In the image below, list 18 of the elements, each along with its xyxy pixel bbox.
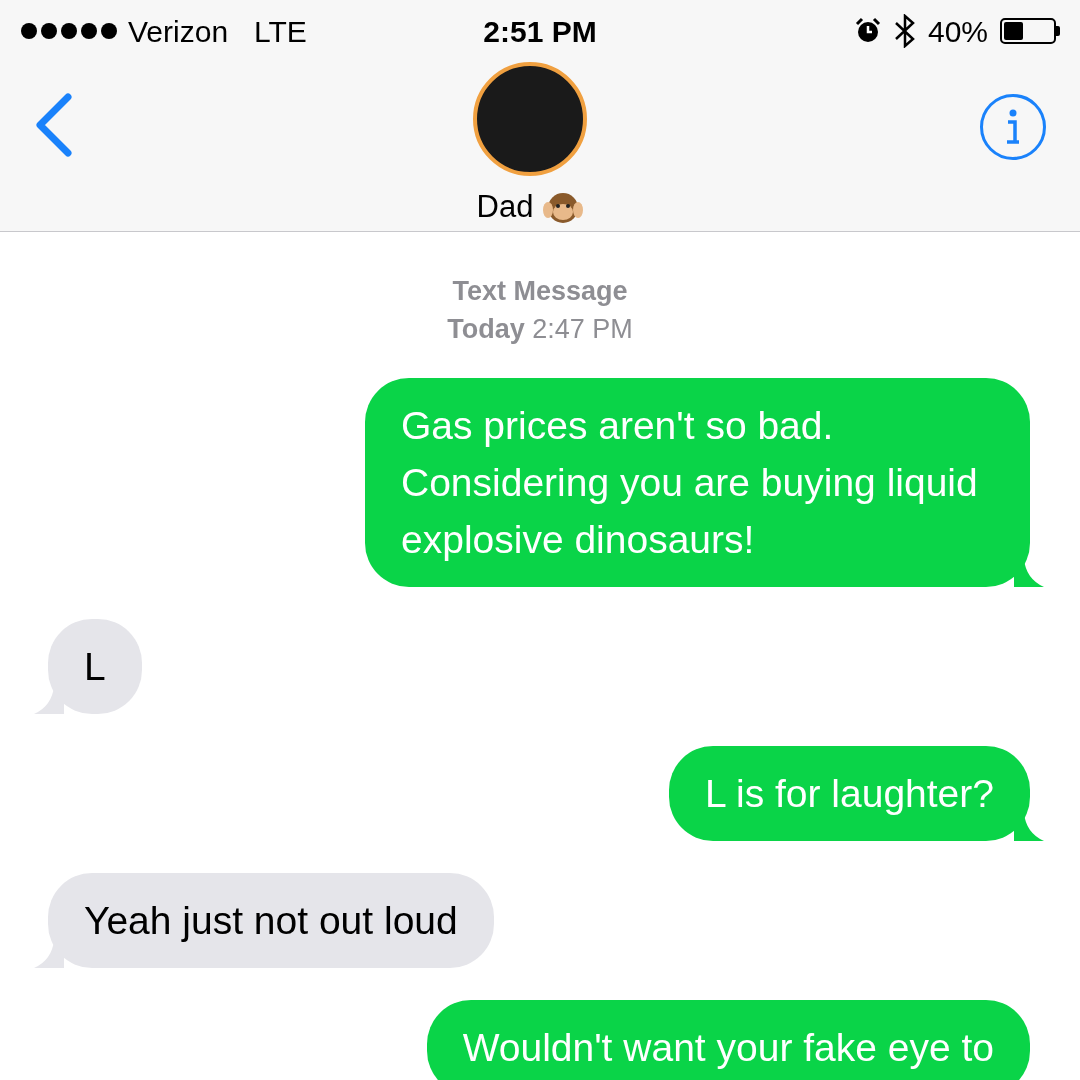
network-type: LTE xyxy=(254,13,307,50)
sent-message-bubble: Wouldn't want your fake eye to xyxy=(426,999,1030,1080)
service-label: Text Message xyxy=(452,274,628,308)
status-time: 2:51 PM xyxy=(483,13,597,50)
battery-percentage: 40% xyxy=(927,13,988,50)
back-chevron-icon xyxy=(34,93,74,157)
received-message-bubble: L xyxy=(48,618,142,714)
signal-strength-icon xyxy=(20,22,120,40)
received-message-bubble: Yeah just not out loud xyxy=(48,872,494,968)
carrier-name: Verizon xyxy=(128,13,229,50)
contact-name[interactable]: Dad xyxy=(476,184,534,231)
sent-message-bubble: L is for laughter? xyxy=(668,745,1030,841)
bluetooth-icon xyxy=(893,14,916,48)
sent-message-bubble: Gas prices aren't so bad. Considering you are buying liquid explosive dinosaurs! xyxy=(365,377,1030,587)
info-button[interactable] xyxy=(980,94,1046,160)
alarm-clock-icon xyxy=(853,17,882,45)
battery-icon xyxy=(1000,18,1060,44)
message-timestamp: Today 2:47 PM xyxy=(447,312,633,346)
